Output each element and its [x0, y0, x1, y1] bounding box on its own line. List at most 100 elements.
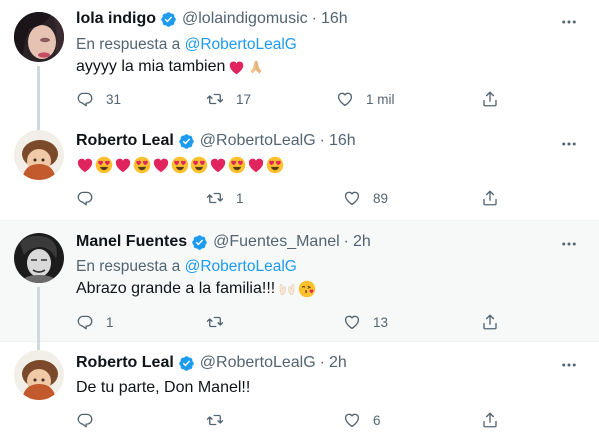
share-button[interactable]	[481, 188, 499, 208]
more-dots-icon[interactable]	[559, 355, 579, 375]
like-button[interactable]: 89	[343, 188, 388, 208]
heart-eyes-icon	[133, 156, 151, 174]
tweet-header: Manel Fuentes @Fuentes_Manel · 2h	[76, 233, 371, 251]
heart-eyes-icon	[190, 156, 208, 174]
action-bar: 1 13	[76, 312, 506, 332]
author-name[interactable]: Roberto Leal	[76, 354, 174, 372]
retweet-icon	[206, 90, 224, 108]
reply-icon	[76, 189, 94, 207]
author-handle[interactable]: @Fuentes_Manel	[213, 233, 340, 251]
like-button[interactable]: 1 mil	[336, 89, 395, 109]
heart-eyes-icon	[171, 156, 189, 174]
retweet-count: 1	[236, 190, 244, 206]
reply-button[interactable]	[76, 188, 94, 208]
tweet-text: Abrazo grande a la familia!!!	[76, 280, 316, 298]
like-icon	[336, 90, 354, 108]
reply-button[interactable]: 1	[76, 312, 114, 332]
heart-eyes-icon	[95, 156, 113, 174]
share-button[interactable]	[481, 89, 499, 109]
author-handle[interactable]: @RobertoLealG	[200, 354, 316, 372]
verified-badge-icon	[178, 355, 195, 372]
reply-mention[interactable]: @RobertoLealG	[185, 258, 297, 275]
folded-hands-icon	[247, 58, 265, 76]
tweet-lola-indigo[interactable]: lola indigo @lolaindigomusic · 16h En re…	[0, 0, 599, 122]
reply-icon	[76, 313, 94, 331]
like-button[interactable]: 6	[343, 410, 381, 430]
thread-line	[37, 122, 40, 130]
red-heart-icon	[114, 156, 132, 174]
emoji-group	[228, 58, 265, 76]
verified-badge-icon	[178, 133, 195, 150]
tweet-header: Roberto Leal @RobertoLealG · 16h	[76, 132, 356, 150]
tweet-roberto-leal-2[interactable]: Roberto Leal @RobertoLealG · 2h De tu pa…	[0, 342, 599, 441]
share-button[interactable]	[481, 312, 499, 332]
avatar[interactable]	[14, 130, 64, 180]
retweet-button[interactable]: 1	[206, 188, 244, 208]
thread-line	[37, 342, 40, 350]
reply-count: 1	[106, 314, 114, 330]
tweet-text: De tu parte, Don Manel!!	[76, 379, 250, 397]
like-count: 6	[373, 412, 381, 428]
author-handle[interactable]: @RobertoLealG	[200, 132, 316, 150]
raised-hands-icon	[278, 280, 296, 298]
like-icon	[343, 313, 361, 331]
tweet-manel-fuentes[interactable]: Manel Fuentes @Fuentes_Manel · 2h En res…	[0, 220, 599, 343]
retweet-button[interactable]	[206, 410, 224, 430]
verified-badge-icon	[191, 234, 208, 251]
separator-dot: ·	[319, 354, 325, 371]
share-button[interactable]	[481, 410, 499, 430]
author-handle[interactable]: @lolaindigomusic	[182, 10, 308, 28]
emoji-row	[76, 156, 284, 174]
more-dots-icon[interactable]	[559, 12, 579, 32]
reply-context: En respuesta a @RobertoLealG	[76, 36, 297, 54]
like-count: 1 mil	[366, 91, 395, 107]
thread-line	[37, 287, 40, 343]
share-icon	[481, 90, 499, 108]
avatar[interactable]	[14, 350, 64, 400]
share-icon	[481, 313, 499, 331]
like-button[interactable]: 13	[343, 312, 388, 332]
action-bar: 1 89	[76, 188, 506, 208]
avatar[interactable]	[14, 233, 64, 283]
retweet-button[interactable]	[206, 312, 224, 332]
reply-button[interactable]	[76, 410, 94, 430]
like-icon	[343, 411, 361, 429]
tweet-body: ayyyy la mia tambien	[76, 58, 226, 75]
separator-dot: ·	[343, 233, 349, 250]
more-dots-icon[interactable]	[559, 234, 579, 254]
timestamp[interactable]: 2h	[353, 233, 371, 251]
timestamp[interactable]: 16h	[321, 10, 348, 28]
like-count: 89	[373, 190, 389, 206]
separator-dot: ·	[311, 10, 317, 27]
avatar[interactable]	[14, 12, 64, 62]
action-bar: 6	[76, 410, 506, 430]
retweet-icon	[206, 313, 224, 331]
tweet-body: Abrazo grande a la familia!!!	[76, 280, 276, 297]
reply-icon	[76, 90, 94, 108]
red-heart-icon	[152, 156, 170, 174]
share-icon	[481, 189, 499, 207]
reply-context: En respuesta a @RobertoLealG	[76, 258, 297, 276]
heart-eyes-icon	[228, 156, 246, 174]
tweet-header: Roberto Leal @RobertoLealG · 2h	[76, 354, 347, 372]
reply-mention[interactable]: @RobertoLealG	[185, 36, 297, 53]
author-name[interactable]: Roberto Leal	[76, 132, 174, 150]
author-name[interactable]: lola indigo	[76, 10, 156, 28]
reply-prefix: En respuesta a	[76, 36, 181, 53]
tweet-text: ayyyy la mia tambien	[76, 58, 265, 76]
retweet-icon	[206, 189, 224, 207]
red-heart-icon	[76, 156, 94, 174]
reply-button[interactable]: 31	[76, 89, 121, 109]
heart-eyes-icon	[266, 156, 284, 174]
thread-line	[37, 66, 40, 122]
reply-count: 31	[106, 91, 122, 107]
timestamp[interactable]: 2h	[329, 354, 347, 372]
retweet-button[interactable]: 17	[206, 89, 251, 109]
author-name[interactable]: Manel Fuentes	[76, 233, 187, 251]
more-dots-icon[interactable]	[559, 134, 579, 154]
emoji-group	[278, 280, 316, 298]
tweet-text	[76, 156, 284, 174]
timestamp[interactable]: 16h	[329, 132, 356, 150]
tweet-roberto-leal-1[interactable]: Roberto Leal @RobertoLealG · 16h 1 89	[0, 122, 599, 220]
share-icon	[481, 411, 499, 429]
